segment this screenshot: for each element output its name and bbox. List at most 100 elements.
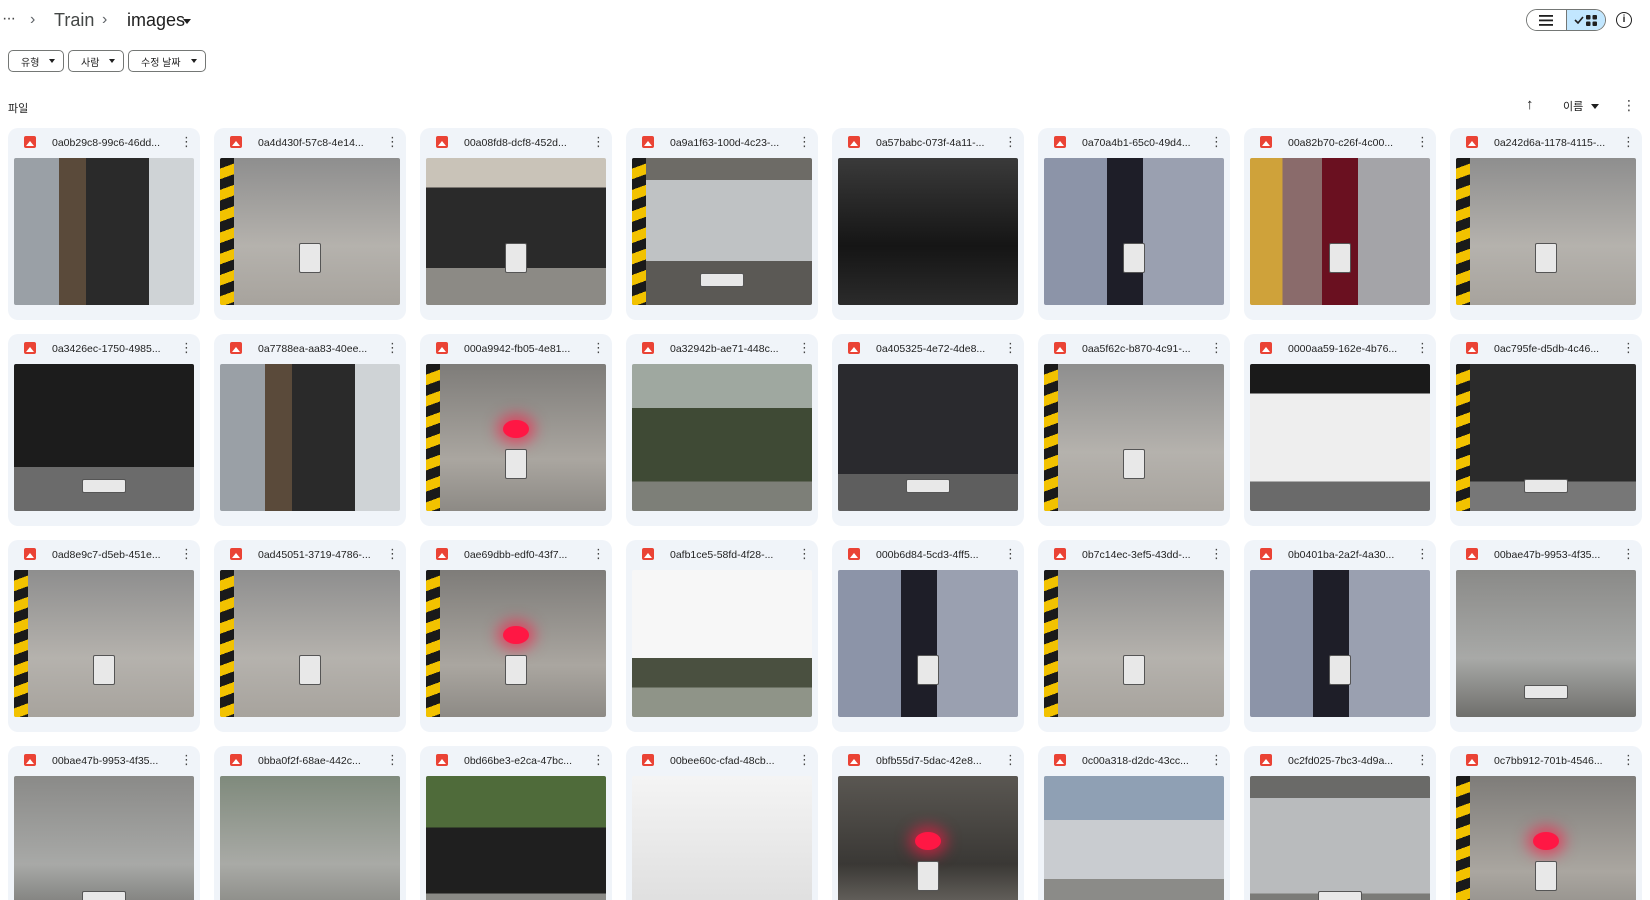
file-thumbnail[interactable] — [1456, 158, 1636, 305]
file-thumbnail[interactable] — [632, 364, 812, 511]
file-card[interactable]: 0a0b29c8-99c6-46dd... ⋮ — [8, 128, 200, 320]
more-options-icon[interactable]: ⋮ — [592, 341, 605, 355]
file-thumbnail[interactable] — [1250, 570, 1430, 717]
filter-type-chip[interactable]: 유형 — [8, 50, 65, 72]
file-thumbnail[interactable] — [1044, 158, 1224, 305]
file-thumbnail[interactable] — [838, 364, 1018, 511]
more-options-icon[interactable]: ⋮ — [1622, 135, 1635, 149]
file-thumbnail[interactable] — [632, 776, 812, 900]
folder-menu-caret-icon[interactable] — [183, 19, 191, 24]
file-card[interactable]: 0bd66be3-e2ca-47bc... ⋮ — [420, 746, 612, 900]
more-options-icon[interactable]: ⋮ — [180, 547, 193, 561]
file-card[interactable]: 0ac795fe-d5db-4c46... ⋮ — [1450, 334, 1642, 526]
chevron-down-icon[interactable] — [1591, 104, 1599, 109]
file-card[interactable]: 0c00a318-d2dc-43cc... ⋮ — [1038, 746, 1230, 900]
more-options-icon[interactable]: ⋮ — [1210, 341, 1223, 355]
file-thumbnail[interactable] — [632, 158, 812, 305]
file-thumbnail[interactable] — [1044, 364, 1224, 511]
file-card[interactable]: 0ae69dbb-edf0-43f7... ⋮ — [420, 540, 612, 732]
more-options-icon[interactable]: ⋮ — [1004, 341, 1017, 355]
file-card[interactable]: 0a70a4b1-65c0-49d4... ⋮ — [1038, 128, 1230, 320]
breadcrumb-item-images[interactable]: images — [127, 8, 185, 32]
breadcrumb-item-train[interactable]: Train — [54, 8, 94, 32]
more-options-icon[interactable]: ⋮ — [1622, 341, 1635, 355]
filter-people-chip[interactable]: 사람 — [68, 50, 125, 72]
filter-modified-chip[interactable]: 수정 날짜 — [128, 50, 206, 72]
file-card[interactable]: 0a405325-4e72-4de8... ⋮ — [832, 334, 1024, 526]
file-thumbnail[interactable] — [1044, 776, 1224, 900]
more-options-icon[interactable]: ⋮ — [798, 341, 811, 355]
more-options-icon[interactable]: ⋮ — [798, 547, 811, 561]
more-options-icon[interactable]: ⋮ — [180, 135, 193, 149]
file-thumbnail[interactable] — [14, 364, 194, 511]
file-thumbnail[interactable] — [1250, 158, 1430, 305]
file-card[interactable]: 0c2fd025-7bc3-4d9a... ⋮ — [1244, 746, 1436, 900]
file-thumbnail[interactable] — [220, 364, 400, 511]
file-thumbnail[interactable] — [14, 158, 194, 305]
file-thumbnail[interactable] — [1456, 364, 1636, 511]
file-card[interactable]: 000a9942-fb05-4e81... ⋮ — [420, 334, 612, 526]
file-card[interactable]: 0bba0f2f-68ae-442c... ⋮ — [214, 746, 406, 900]
file-thumbnail[interactable] — [1250, 364, 1430, 511]
file-card[interactable]: 0000aa59-162e-4b76... ⋮ — [1244, 334, 1436, 526]
more-options-icon[interactable]: ⋮ — [180, 341, 193, 355]
file-card[interactable]: 00bae47b-9953-4f35... ⋮ — [8, 746, 200, 900]
file-card[interactable]: 0a57babc-073f-4a11-... ⋮ — [832, 128, 1024, 320]
grid-view-button[interactable] — [1565, 10, 1605, 30]
file-thumbnail[interactable] — [838, 158, 1018, 305]
file-card[interactable]: 0c7bb912-701b-4546... ⋮ — [1450, 746, 1642, 900]
file-thumbnail[interactable] — [220, 570, 400, 717]
more-options-icon[interactable]: ⋮ — [180, 753, 193, 767]
file-card[interactable]: 0a7788ea-aa83-40ee... ⋮ — [214, 334, 406, 526]
more-options-icon[interactable]: ⋮ — [1210, 753, 1223, 767]
file-card[interactable]: 0b7c14ec-3ef5-43dd-... ⋮ — [1038, 540, 1230, 732]
more-options-icon[interactable]: ⋮ — [1416, 547, 1429, 561]
file-card[interactable]: 0a32942b-ae71-448c... ⋮ — [626, 334, 818, 526]
file-card[interactable]: 0a4d430f-57c8-4e14... ⋮ — [214, 128, 406, 320]
file-thumbnail[interactable] — [1456, 776, 1636, 900]
file-thumbnail[interactable] — [1456, 570, 1636, 717]
file-card[interactable]: 0afb1ce5-58fd-4f28-... ⋮ — [626, 540, 818, 732]
more-options-icon[interactable]: ⋮ — [798, 753, 811, 767]
more-options-icon[interactable]: ⋮ — [798, 135, 811, 149]
more-options-icon[interactable]: ⋮ — [592, 135, 605, 149]
file-card[interactable]: 0a3426ec-1750-4985... ⋮ — [8, 334, 200, 526]
file-card[interactable]: 00bee60c-cfad-48cb... ⋮ — [626, 746, 818, 900]
more-options-icon[interactable]: ⋮ — [592, 753, 605, 767]
file-thumbnail[interactable] — [426, 158, 606, 305]
more-options-icon[interactable]: ⋮ — [386, 547, 399, 561]
sort-field-button[interactable]: 이름 — [1563, 98, 1583, 114]
file-card[interactable]: 0bfb55d7-5dac-42e8... ⋮ — [832, 746, 1024, 900]
more-options-icon[interactable]: ⋮ — [1622, 753, 1635, 767]
file-card[interactable]: 0a242d6a-1178-4115-... ⋮ — [1450, 128, 1642, 320]
more-options-icon[interactable]: ⋮ — [592, 547, 605, 561]
file-card[interactable]: 00a08fd8-dcf8-452d... ⋮ — [420, 128, 612, 320]
more-options-icon[interactable]: ⋮ — [1004, 547, 1017, 561]
more-options-icon[interactable]: ⋮ — [1004, 135, 1017, 149]
file-thumbnail[interactable] — [426, 776, 606, 900]
more-options-icon[interactable]: ⋮ — [386, 135, 399, 149]
file-card[interactable]: 000b6d84-5cd3-4ff5... ⋮ — [832, 540, 1024, 732]
file-card[interactable]: 0a9a1f63-100d-4c23-... ⋮ — [626, 128, 818, 320]
file-thumbnail[interactable] — [1044, 570, 1224, 717]
file-thumbnail[interactable] — [14, 570, 194, 717]
more-options-icon[interactable]: ⋮ — [1210, 547, 1223, 561]
file-thumbnail[interactable] — [632, 570, 812, 717]
file-thumbnail[interactable] — [838, 570, 1018, 717]
file-thumbnail[interactable] — [1250, 776, 1430, 900]
section-more-icon[interactable]: ⋮ — [1622, 96, 1636, 114]
file-card[interactable]: 0ad45051-3719-4786-... ⋮ — [214, 540, 406, 732]
file-thumbnail[interactable] — [426, 364, 606, 511]
more-options-icon[interactable]: ⋮ — [1622, 547, 1635, 561]
info-icon[interactable]: i — [1616, 12, 1632, 28]
file-thumbnail[interactable] — [220, 776, 400, 900]
file-card[interactable]: 0ad8e9c7-d5eb-451e... ⋮ — [8, 540, 200, 732]
file-thumbnail[interactable] — [426, 570, 606, 717]
more-options-icon[interactable]: ⋮ — [1416, 341, 1429, 355]
breadcrumb-more-button[interactable]: ··· — [2, 8, 22, 30]
more-options-icon[interactable]: ⋮ — [386, 341, 399, 355]
file-card[interactable]: 00a82b70-c26f-4c00... ⋮ — [1244, 128, 1436, 320]
more-options-icon[interactable]: ⋮ — [1210, 135, 1223, 149]
file-thumbnail[interactable] — [14, 776, 194, 900]
file-thumbnail[interactable] — [220, 158, 400, 305]
